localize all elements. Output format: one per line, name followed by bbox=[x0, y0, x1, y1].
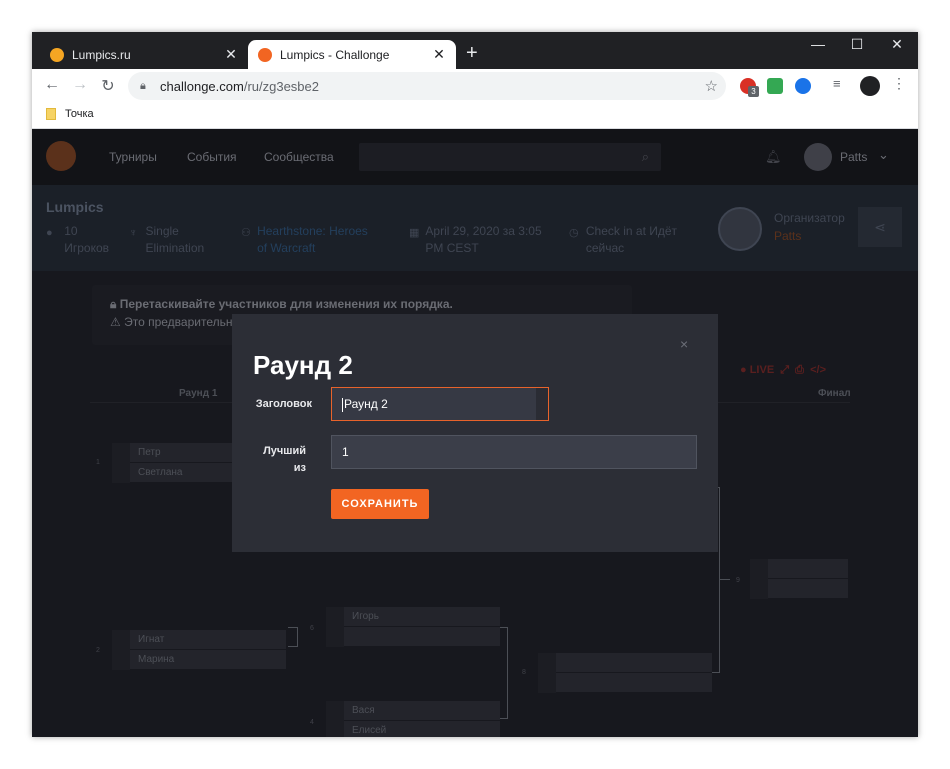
extension-music-icon[interactable] bbox=[767, 78, 783, 94]
edit-round-modal: Раунд 2 × Заголовок Раунд 2 Лучший из 1 … bbox=[232, 314, 718, 552]
new-tab-button[interactable]: + bbox=[466, 42, 478, 65]
bookmark-label: Точка bbox=[65, 108, 94, 120]
page-content: Турниры События Сообщества ⌕ 🔔︎ Patts ⌄ … bbox=[32, 129, 918, 737]
forward-arrow-icon[interactable]: → bbox=[70, 76, 90, 94]
extension-vpn-icon[interactable] bbox=[795, 78, 811, 94]
media-controls-icon[interactable]: ≡ bbox=[833, 76, 849, 92]
folder-icon bbox=[46, 108, 56, 120]
best-of-input-value: 1 bbox=[342, 445, 349, 459]
lock-icon: 🔒︎ bbox=[140, 80, 146, 92]
best-of-input[interactable]: 1 bbox=[331, 435, 697, 469]
bookmarks-bar: Точка bbox=[32, 103, 918, 129]
tab-close-icon[interactable]: ✕ bbox=[432, 46, 446, 63]
browser-menu-icon[interactable]: ⋮ bbox=[892, 75, 908, 91]
title-input[interactable]: Раунд 2 bbox=[331, 387, 549, 421]
modal-title: Раунд 2 bbox=[253, 350, 353, 380]
tab-lumpics[interactable]: Lumpics.ru ✕ bbox=[40, 40, 248, 69]
maximize-button[interactable]: ☐ bbox=[842, 36, 872, 53]
browser-window: Lumpics.ru ✕ Lumpics - Challonge ✕ + — ☐… bbox=[32, 32, 918, 737]
close-icon[interactable]: × bbox=[680, 336, 688, 352]
title-field-label: Заголовок bbox=[255, 398, 312, 410]
back-arrow-icon[interactable]: ← bbox=[42, 76, 62, 94]
title-input-value: Раунд 2 bbox=[344, 397, 388, 411]
input-side-pane bbox=[536, 388, 548, 420]
tab-title: Lumpics - Challonge bbox=[280, 47, 390, 62]
reload-icon[interactable]: ↻ bbox=[98, 76, 118, 96]
tab-strip: Lumpics.ru ✕ Lumpics - Challonge ✕ + — ☐… bbox=[32, 32, 918, 69]
profile-avatar[interactable] bbox=[860, 76, 880, 96]
challonge-favicon-icon bbox=[258, 47, 272, 62]
text-caret bbox=[342, 397, 343, 412]
bookmark-item[interactable]: Точка bbox=[46, 108, 94, 120]
address-bar[interactable]: 🔒︎ challonge.com/ru/zg3esbe2 ☆ bbox=[128, 72, 726, 100]
bookmark-star-icon[interactable]: ☆ bbox=[705, 77, 718, 95]
minimize-button[interactable]: — bbox=[803, 36, 833, 52]
save-button[interactable]: СОХРАНИТЬ bbox=[331, 489, 429, 519]
best-of-field-label: Лучший из bbox=[263, 445, 306, 474]
url-host: challonge.com bbox=[160, 78, 244, 94]
tab-challonge[interactable]: Lumpics - Challonge ✕ bbox=[248, 40, 456, 69]
extension-badge: 3 bbox=[748, 86, 759, 97]
url-path: /ru/zg3esbe2 bbox=[243, 78, 319, 94]
close-window-button[interactable]: ✕ bbox=[882, 36, 912, 53]
lumpics-favicon-icon bbox=[50, 47, 64, 62]
tab-title: Lumpics.ru bbox=[72, 47, 131, 62]
tab-close-icon[interactable]: ✕ bbox=[224, 46, 238, 63]
browser-toolbar: ← → ↻ 🔒︎ challonge.com/ru/zg3esbe2 ☆ 3 ≡… bbox=[32, 69, 918, 103]
extension-adblock-icon[interactable]: 3 bbox=[740, 78, 759, 97]
